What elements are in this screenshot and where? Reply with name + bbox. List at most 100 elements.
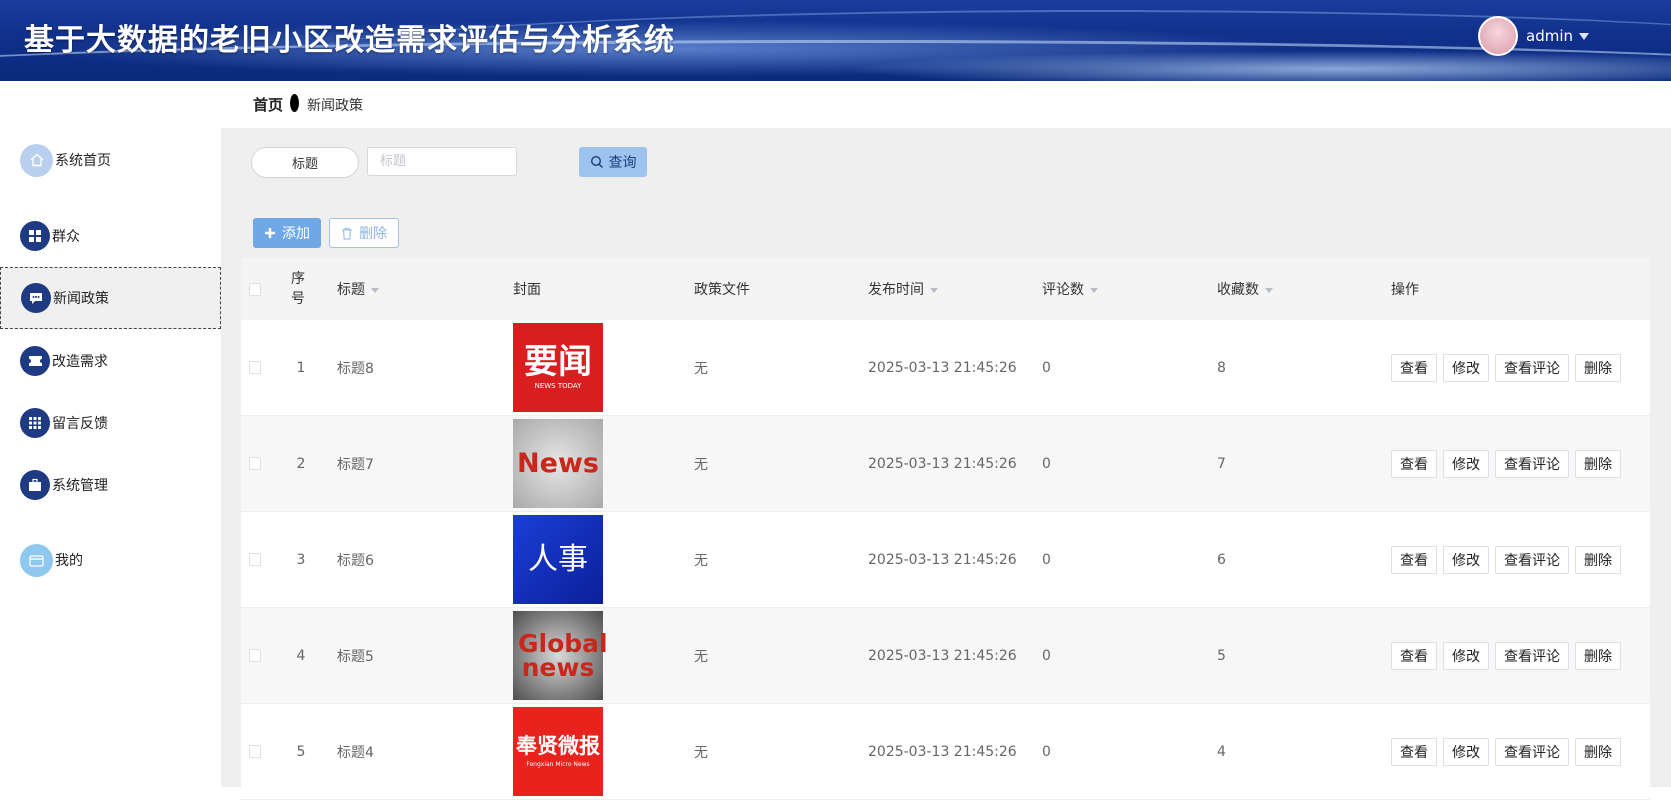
row-no: 4 — [296, 647, 306, 664]
column-header-no: 序号 — [291, 271, 305, 307]
avatar[interactable] — [1478, 16, 1518, 56]
column-header-favorites[interactable]: 收藏数 — [1217, 258, 1317, 320]
sidebar-item-home[interactable]: 系统首页 — [0, 129, 221, 191]
sidebar-item-news-policy[interactable]: 新闻政策 — [0, 267, 221, 329]
sort-icon[interactable] — [371, 287, 379, 293]
column-header-ops: 操作 — [1391, 282, 1419, 298]
table-row: 5 标题4 奉贤微报 Fengxian Micro News 无 2025-03… — [241, 704, 1650, 800]
delete-button[interactable]: 删除 — [1575, 641, 1621, 670]
breadcrumb-separator-icon — [290, 94, 299, 112]
row-comments: 0 — [1042, 647, 1051, 664]
cover-image[interactable]: Global news — [513, 611, 608, 700]
row-no: 5 — [296, 743, 306, 760]
breadcrumb: 首页 新闻政策 — [221, 81, 1671, 128]
view-comments-button[interactable]: 查看评论 — [1495, 641, 1569, 670]
row-favorites: 4 — [1217, 743, 1226, 760]
view-button[interactable]: 查看 — [1391, 545, 1437, 574]
edit-button[interactable]: 修改 — [1443, 737, 1489, 766]
delete-button[interactable]: 删除 — [1575, 353, 1621, 382]
row-checkbox[interactable] — [249, 512, 261, 607]
row-cover[interactable]: Global news — [513, 608, 633, 703]
username[interactable]: admin — [1526, 27, 1573, 45]
sidebar-item-label: 系统首页 — [55, 153, 111, 169]
row-actions: 查看 修改 查看评论 删除 — [1391, 416, 1651, 511]
sidebar-item-label: 群众 — [52, 229, 80, 245]
cover-image[interactable]: 奉贤微报 Fengxian Micro News — [513, 707, 603, 796]
edit-button[interactable]: 修改 — [1443, 641, 1489, 670]
row-checkbox[interactable] — [249, 704, 261, 799]
row-time: 2025-03-13 21:45:26 — [868, 359, 1017, 376]
select-all-checkbox[interactable] — [249, 258, 261, 320]
view-comments-button[interactable]: 查看评论 — [1495, 449, 1569, 478]
news-policy-table: 序号 标题 封面 政策文件 发布时间 评论数 收藏数 操作 1 标题8 要闻 N… — [241, 258, 1650, 800]
edit-button[interactable]: 修改 — [1443, 449, 1489, 478]
row-cover[interactable]: 人事 — [513, 512, 633, 607]
row-actions: 查看 修改 查看评论 删除 — [1391, 512, 1651, 607]
sidebar-item-feedback[interactable]: 留言反馈 — [0, 392, 221, 454]
column-header-comments[interactable]: 评论数 — [1042, 258, 1142, 320]
sidebar-item-renovation-demand[interactable]: 改造需求 — [0, 330, 221, 392]
delete-button[interactable]: 删除 — [1575, 545, 1621, 574]
row-cover[interactable]: News — [513, 416, 633, 511]
row-time: 2025-03-13 21:45:26 — [868, 743, 1017, 760]
table-row: 1 标题8 要闻 NEWS TODAY 无 2025-03-13 21:45:2… — [241, 320, 1650, 416]
cover-image-text: News — [517, 448, 599, 479]
sidebar-item-mine[interactable]: 我的 — [0, 529, 221, 591]
view-button[interactable]: 查看 — [1391, 737, 1437, 766]
row-file: 无 — [694, 744, 708, 761]
query-button[interactable]: 查询 — [579, 147, 647, 177]
column-header-cover: 封面 — [513, 282, 541, 298]
row-cover[interactable]: 要闻 NEWS TODAY — [513, 320, 633, 415]
search-input[interactable] — [367, 147, 517, 176]
add-button[interactable]: 添加 — [253, 218, 321, 248]
cover-image[interactable]: 人事 — [513, 515, 603, 604]
breadcrumb-home[interactable]: 首页 — [253, 94, 283, 115]
delete-button-label: 删除 — [359, 226, 387, 242]
column-header-label: 标题 — [337, 282, 365, 298]
delete-button[interactable]: 删除 — [1575, 737, 1621, 766]
view-comments-button[interactable]: 查看评论 — [1495, 353, 1569, 382]
delete-button[interactable]: 删除 — [1575, 449, 1621, 478]
row-time: 2025-03-13 21:45:26 — [868, 455, 1017, 472]
view-button[interactable]: 查看 — [1391, 353, 1437, 382]
table-row: 4 标题5 Global news 无 2025-03-13 21:45:26 … — [241, 608, 1650, 704]
column-header-title[interactable]: 标题 — [337, 258, 497, 320]
sort-icon[interactable] — [1265, 287, 1273, 293]
sidebar-item-label: 我的 — [55, 553, 83, 569]
user-menu[interactable]: admin — [1478, 16, 1589, 56]
sort-icon[interactable] — [930, 287, 938, 293]
search-field-label[interactable]: 标题 — [251, 147, 359, 178]
view-comments-button[interactable]: 查看评论 — [1495, 737, 1569, 766]
cover-image[interactable]: News — [513, 419, 603, 508]
row-title: 标题4 — [337, 744, 374, 761]
ticket-icon — [20, 346, 50, 376]
app-title: 基于大数据的老旧小区改造需求评估与分析系统 — [24, 23, 675, 58]
row-checkbox[interactable] — [249, 320, 261, 415]
row-file: 无 — [694, 648, 708, 665]
row-checkbox[interactable] — [249, 608, 261, 703]
view-button[interactable]: 查看 — [1391, 641, 1437, 670]
row-cover[interactable]: 奉贤微报 Fengxian Micro News — [513, 704, 633, 799]
row-no: 3 — [296, 551, 306, 568]
cover-image-subtext: NEWS TODAY — [534, 382, 582, 390]
row-favorites: 6 — [1217, 551, 1226, 568]
briefcase-icon — [20, 470, 50, 500]
edit-button[interactable]: 修改 — [1443, 545, 1489, 574]
column-header-time[interactable]: 发布时间 — [868, 258, 1038, 320]
column-header-label: 评论数 — [1042, 282, 1084, 298]
sort-icon[interactable] — [1090, 287, 1098, 293]
sidebar-item-label: 新闻政策 — [53, 291, 109, 307]
view-button[interactable]: 查看 — [1391, 449, 1437, 478]
row-checkbox[interactable] — [249, 416, 261, 511]
view-comments-button[interactable]: 查看评论 — [1495, 545, 1569, 574]
row-time: 2025-03-13 21:45:26 — [868, 551, 1017, 568]
batch-delete-button[interactable]: 删除 — [329, 218, 399, 248]
row-title: 标题5 — [337, 648, 374, 665]
cover-image[interactable]: 要闻 NEWS TODAY — [513, 323, 603, 412]
chevron-down-icon[interactable] — [1579, 32, 1589, 40]
home-icon — [20, 143, 53, 177]
table-row: 3 标题6 人事 无 2025-03-13 21:45:26 0 6 查看 修改… — [241, 512, 1650, 608]
sidebar-item-masses[interactable]: 群众 — [0, 205, 221, 267]
sidebar-item-system-admin[interactable]: 系统管理 — [0, 454, 221, 516]
edit-button[interactable]: 修改 — [1443, 353, 1489, 382]
